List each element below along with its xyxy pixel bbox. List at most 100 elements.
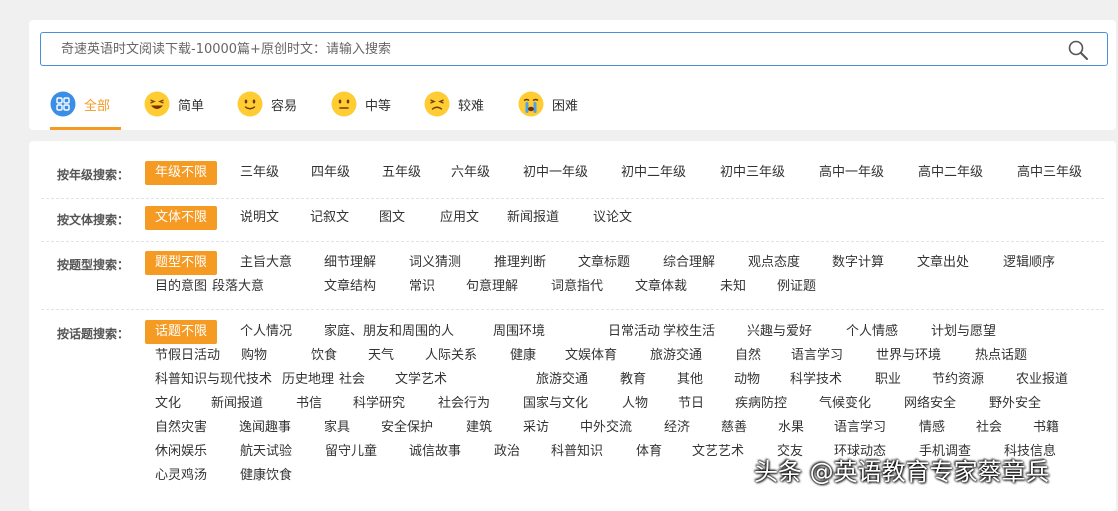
topic-filter-option[interactable]: 其他: [677, 370, 703, 390]
topic-filter-option[interactable]: 政治: [494, 442, 520, 462]
question-type-filter-option[interactable]: 词意指代: [551, 277, 603, 297]
genre-filter-option[interactable]: 图文: [379, 208, 405, 228]
topic-filter-option[interactable]: 中外交流: [580, 418, 632, 438]
question-type-filter-option[interactable]: 综合理解: [663, 253, 715, 273]
question-type-filter-option[interactable]: 目的意图: [155, 277, 207, 297]
topic-filter-option[interactable]: 建筑: [466, 418, 492, 438]
question-type-filter-option[interactable]: 词义猜测: [409, 253, 461, 273]
grade-filter-option[interactable]: 初中三年级: [720, 163, 785, 183]
topic-filter-option[interactable]: 语言学习: [834, 418, 886, 438]
grade-filter-option[interactable]: 初中二年级: [621, 163, 686, 183]
topic-filter-option[interactable]: 个人情感: [846, 322, 898, 342]
topic-filter-option[interactable]: 文娱体育: [565, 346, 617, 366]
topic-filter-option[interactable]: 科学技术: [790, 370, 842, 390]
grade-filter-option[interactable]: 三年级: [240, 163, 279, 183]
topic-filter-option[interactable]: 计划与愿望: [931, 322, 996, 342]
topic-filter-option[interactable]: 野外安全: [989, 394, 1041, 414]
grade-filter-option[interactable]: 六年级: [451, 163, 490, 183]
topic-filter-option[interactable]: 家具: [324, 418, 350, 438]
topic-filter-option[interactable]: 个人情况: [240, 322, 292, 342]
grade-filter-option[interactable]: 高中三年级: [1017, 163, 1082, 183]
topic-filter-option[interactable]: 学校生活: [663, 322, 715, 342]
topic-filter-option[interactable]: 日常活动: [608, 322, 660, 342]
topic-filter-option[interactable]: 语言学习: [791, 346, 843, 366]
tab-difficult[interactable]: 困难: [518, 78, 578, 130]
genre-filter-option[interactable]: 应用文: [440, 208, 479, 228]
grade-filter-option[interactable]: 四年级: [311, 163, 350, 183]
topic-any-chip[interactable]: 话题不限: [145, 320, 218, 344]
question-type-filter-option[interactable]: 推理判断: [494, 253, 546, 273]
topic-filter-option[interactable]: 科学研究: [353, 394, 405, 414]
topic-filter-option[interactable]: 饮食: [311, 346, 337, 366]
topic-filter-option[interactable]: 节日: [678, 394, 704, 414]
topic-filter-option[interactable]: 健康: [510, 346, 536, 366]
grade-filter-option[interactable]: 五年级: [382, 163, 421, 183]
topic-filter-option[interactable]: 疾病防控: [735, 394, 787, 414]
grade-filter-option[interactable]: 高中二年级: [918, 163, 983, 183]
topic-filter-option[interactable]: 农业报道: [1016, 370, 1068, 390]
topic-filter-option[interactable]: 体育: [636, 442, 662, 462]
topic-filter-option[interactable]: 书籍: [1033, 418, 1059, 438]
topic-filter-option[interactable]: 天气: [368, 346, 394, 366]
topic-filter-option[interactable]: 职业: [875, 370, 901, 390]
tab-medium[interactable]: 中等: [331, 78, 391, 130]
question-type-filter-option[interactable]: 段落大意: [212, 277, 264, 297]
topic-filter-option[interactable]: 文艺艺术: [692, 442, 744, 462]
topic-filter-option[interactable]: 水果: [778, 418, 804, 438]
topic-filter-option[interactable]: 航天试验: [240, 442, 292, 462]
topic-filter-option[interactable]: 家庭、朋友和周围的人: [324, 322, 454, 342]
question-type-filter-option[interactable]: 文章体裁: [635, 277, 687, 297]
topic-filter-option[interactable]: 世界与环境: [876, 346, 941, 366]
topic-filter-option[interactable]: 动物: [734, 370, 760, 390]
topic-filter-option[interactable]: 节假日活动: [155, 346, 220, 366]
question-type-filter-option[interactable]: 常识: [409, 277, 435, 297]
topic-filter-option[interactable]: 诚信故事: [409, 442, 461, 462]
genre-filter-option[interactable]: 新闻报道: [507, 208, 559, 228]
grade-filter-option[interactable]: 初中一年级: [523, 163, 588, 183]
question-type-filter-option[interactable]: 观点态度: [748, 253, 800, 273]
question-type-filter-option[interactable]: 未知: [720, 277, 746, 297]
question-type-filter-option[interactable]: 句意理解: [466, 277, 518, 297]
tab-all[interactable]: 全部: [50, 78, 121, 130]
topic-filter-option[interactable]: 社会: [976, 418, 1002, 438]
question-type-filter-option[interactable]: 主旨大意: [240, 253, 292, 273]
question-type-filter-option[interactable]: 逻辑顺序: [1003, 253, 1055, 273]
genre-filter-option[interactable]: 议论文: [593, 208, 632, 228]
topic-filter-option[interactable]: 留守儿童: [325, 442, 377, 462]
topic-filter-option[interactable]: 自然灾害: [155, 418, 207, 438]
topic-filter-option[interactable]: 自然: [735, 346, 761, 366]
topic-filter-option[interactable]: 书信: [296, 394, 322, 414]
question-type-filter-option[interactable]: 文章出处: [917, 253, 969, 273]
search-icon[interactable]: [1067, 39, 1089, 61]
topic-filter-option[interactable]: 经济: [664, 418, 690, 438]
topic-filter-option[interactable]: 教育: [620, 370, 646, 390]
search-input[interactable]: [41, 33, 1071, 65]
topic-filter-option[interactable]: 历史地理: [282, 370, 334, 390]
topic-filter-option[interactable]: 人物: [622, 394, 648, 414]
question-type-any-chip[interactable]: 题型不限: [145, 251, 218, 275]
topic-filter-option[interactable]: 国家与文化: [523, 394, 588, 414]
tab-easy-simple[interactable]: 简单: [144, 78, 204, 130]
tab-fairly-easy[interactable]: 容易: [237, 78, 297, 130]
question-type-filter-option[interactable]: 文章结构: [324, 277, 376, 297]
topic-filter-option[interactable]: 旅游交通: [536, 370, 588, 390]
topic-filter-option[interactable]: 慈善: [721, 418, 747, 438]
topic-filter-option[interactable]: 周围环境: [493, 322, 545, 342]
topic-filter-option[interactable]: 热点话题: [975, 346, 1027, 366]
topic-filter-option[interactable]: 购物: [241, 346, 267, 366]
topic-filter-option[interactable]: 科普知识与现代技术: [155, 370, 272, 390]
question-type-filter-option[interactable]: 例证题: [777, 277, 816, 297]
grade-any-chip[interactable]: 年级不限: [145, 161, 218, 185]
topic-filter-option[interactable]: 休闲娱乐: [155, 442, 207, 462]
question-type-filter-option[interactable]: 文章标题: [578, 253, 630, 273]
topic-filter-option[interactable]: 社会行为: [438, 394, 490, 414]
genre-filter-option[interactable]: 说明文: [240, 208, 279, 228]
topic-filter-option[interactable]: 文化: [155, 394, 181, 414]
topic-filter-option[interactable]: 气候变化: [819, 394, 871, 414]
topic-filter-option[interactable]: 节约资源: [932, 370, 984, 390]
topic-filter-option[interactable]: 网络安全: [904, 394, 956, 414]
topic-filter-option[interactable]: 新闻报道: [211, 394, 263, 414]
question-type-filter-option[interactable]: 数字计算: [832, 253, 884, 273]
topic-filter-option[interactable]: 社会: [339, 370, 365, 390]
topic-filter-option[interactable]: 心灵鸡汤: [155, 466, 207, 486]
